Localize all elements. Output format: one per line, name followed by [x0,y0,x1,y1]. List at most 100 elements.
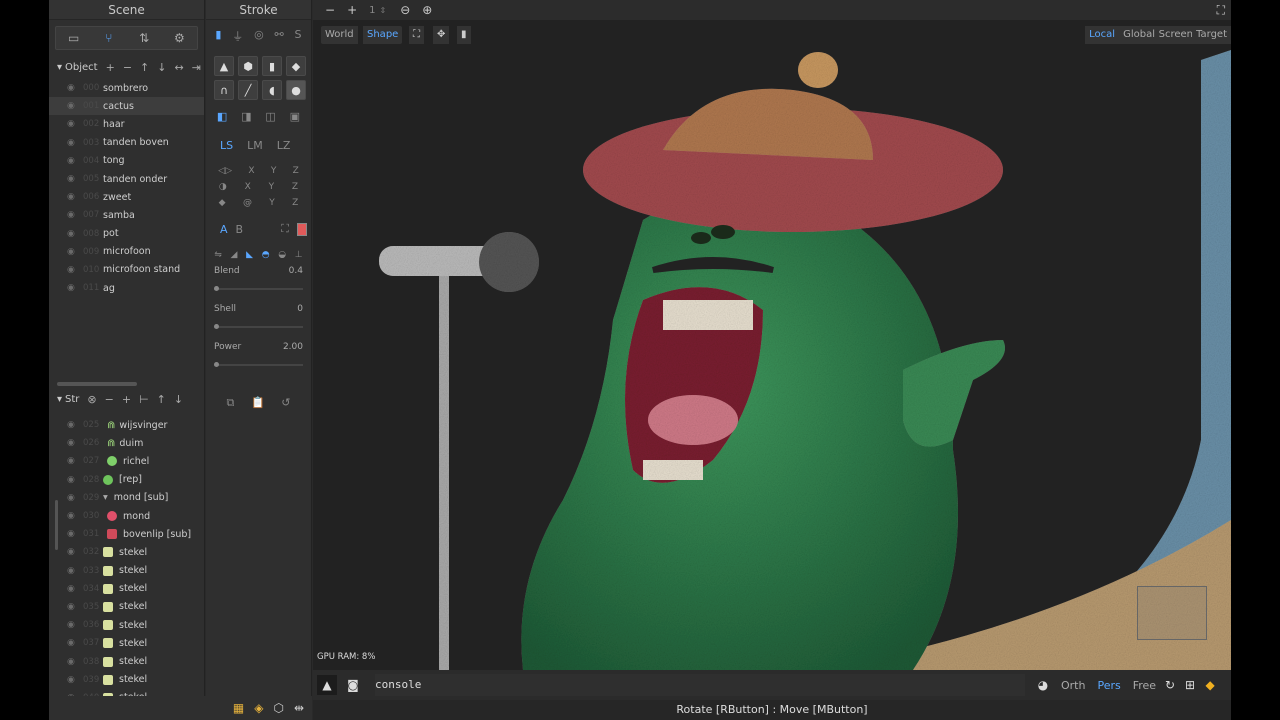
zoom-out-icon[interactable]: ⊖ [400,3,410,17]
stroke-row[interactable]: ◉ 025 ⋒ wijsvinger [49,416,205,434]
diamond-icon[interactable]: ◆ [219,198,226,208]
line-icon[interactable]: ╱ [238,80,258,100]
eye-icon[interactable]: ◉ [67,620,79,630]
console-input[interactable]: console [375,674,1025,696]
stroke-row[interactable]: ◉ 038 stekel [49,652,205,670]
object-row[interactable]: ◉ 008 pot [49,225,204,243]
cone-icon[interactable]: ▲ [214,56,234,76]
cylinder-icon[interactable]: ▮ [262,56,282,76]
move-up-icon[interactable]: ↑ [157,393,166,406]
axis-z[interactable]: Z [293,166,299,176]
cube-icon[interactable]: ◆ [286,56,306,76]
axis-z[interactable]: Z [292,198,298,208]
remove-icon[interactable]: − [123,61,132,74]
eye-icon[interactable]: ◉ [67,438,79,448]
eye-icon[interactable]: ◉ [67,584,79,594]
object-row[interactable]: ◉ 011 ag [49,279,204,297]
close-circle-icon[interactable]: ⊗ [87,393,96,406]
count-value[interactable]: 1 [369,5,375,16]
eye-icon[interactable]: ◉ [67,493,79,503]
object-row[interactable]: ◉ 009 microfoon [49,243,204,261]
s-icon[interactable]: S [295,28,302,44]
stepper-icon[interactable]: ⇕ [380,6,387,15]
local-button[interactable]: Local [1085,26,1119,44]
object-row[interactable]: ◉ 001 cactus [49,97,204,116]
blend-field[interactable]: Blend 0.4 [214,266,303,276]
ls-button[interactable]: LS [220,139,233,152]
stroke-row[interactable]: ◉ 026 ⋒ duim [49,434,205,452]
move-down-icon[interactable]: ↓ [157,61,166,74]
layers-icon[interactable]: ◈ [254,701,263,715]
slider-knob[interactable] [214,362,219,367]
object-row[interactable]: ◉ 005 tanden onder [49,170,204,188]
leaf-icon[interactable]: ◖ [262,80,282,100]
collapse-icon[interactable]: ▾ [57,394,62,405]
free-button[interactable]: Free [1133,679,1156,692]
eye-icon[interactable]: ◉ [67,101,79,111]
insert-icon[interactable]: ⊢ [139,393,149,406]
stroke-row[interactable]: ◉ 030 mond [49,507,205,525]
increment-icon[interactable]: + [347,3,357,17]
blend-value[interactable]: 0.4 [289,266,303,276]
brush-icon[interactable]: ▮ [215,28,221,44]
eye-icon[interactable]: ◉ [67,675,79,685]
object-row[interactable]: ◉ 010 microfoon stand [49,261,204,279]
stroke-row[interactable]: ◉ 029 ▾ mond [sub] [49,489,205,507]
expand-console-icon[interactable]: ▲ [317,675,337,695]
blend-slider[interactable] [214,286,303,291]
vertical-scrollbar[interactable] [55,500,58,550]
add-icon[interactable]: + [122,393,131,406]
eye-icon[interactable]: ◉ [67,602,79,612]
fullscreen-icon[interactable]: ⛶ [1217,3,1225,18]
power-value[interactable]: 2.00 [283,342,303,352]
target-icon[interactable]: ◎ [254,28,264,44]
folder-tab[interactable]: ▭ [56,27,91,49]
shell-slider[interactable] [214,324,303,329]
object-row[interactable]: ◉ 007 samba [49,206,204,224]
stroke-row[interactable]: ◉ 039 stekel [49,671,205,689]
object-row[interactable]: ◉ 006 zweet [49,188,204,206]
box-icon[interactable]: ◆ [1200,675,1220,695]
reset-icon[interactable]: ↺ [281,396,290,410]
grid-icon[interactable]: ▦ [233,701,244,715]
move-up-icon[interactable]: ↑ [140,61,149,74]
slider-knob[interactable] [214,324,219,329]
sphere-icon[interactable]: ⬢ [238,56,258,76]
a-button[interactable]: A [220,223,228,236]
target-button[interactable]: Target [1192,26,1231,44]
move-icon[interactable]: ✥ [433,26,450,44]
pin-icon[interactable]: ▮ [457,26,471,44]
color-swatch[interactable] [296,222,307,236]
eye-icon[interactable]: ◉ [67,192,79,202]
replace-icon[interactable]: ▣ [290,110,300,123]
axis-x[interactable]: X [245,182,251,192]
lz-button[interactable]: LZ [277,139,291,152]
hierarchy-tab[interactable]: ⑂ [91,27,126,49]
eye-icon[interactable]: ◉ [67,456,79,466]
subtract-icon[interactable]: ◨ [241,110,251,123]
camera-icon[interactable]: ◙ [343,675,363,695]
axis-y[interactable]: Y [269,182,275,192]
stroke-row[interactable]: ◉ 027 richel [49,452,205,470]
at-icon[interactable]: @ [243,198,252,208]
falloff-linear-icon[interactable]: ◢ [231,250,238,260]
eye-icon[interactable]: ◉ [67,229,79,239]
eye-icon[interactable]: ◉ [67,156,79,166]
axis-y[interactable]: Y [271,166,277,176]
power-field[interactable]: Power 2.00 [214,342,303,352]
zoom-in-icon[interactable]: ⊕ [422,3,432,17]
stroke-row[interactable]: ◉ 035 stekel [49,598,205,616]
eye-icon[interactable]: ◉ [67,420,79,430]
sort-tab[interactable]: ⇅ [127,27,162,49]
3d-viewport[interactable]: World Shape ⛶ ✥ ▮ Local Global Screen Ta… [313,20,1231,670]
move-down-icon[interactable]: ↓ [174,393,183,406]
lm-button[interactable]: LM [247,139,263,152]
axis-z[interactable]: Z [292,182,298,192]
arch-icon[interactable]: ∩ [214,80,234,100]
split-icon[interactable]: ⇹ [294,701,304,715]
intersect-icon[interactable]: ◫ [265,110,275,123]
eye-icon[interactable]: ◉ [67,174,79,184]
link-icon[interactable]: ⚯ [275,28,284,44]
union-icon[interactable]: ◧ [217,110,227,123]
power-slider[interactable] [214,362,303,367]
